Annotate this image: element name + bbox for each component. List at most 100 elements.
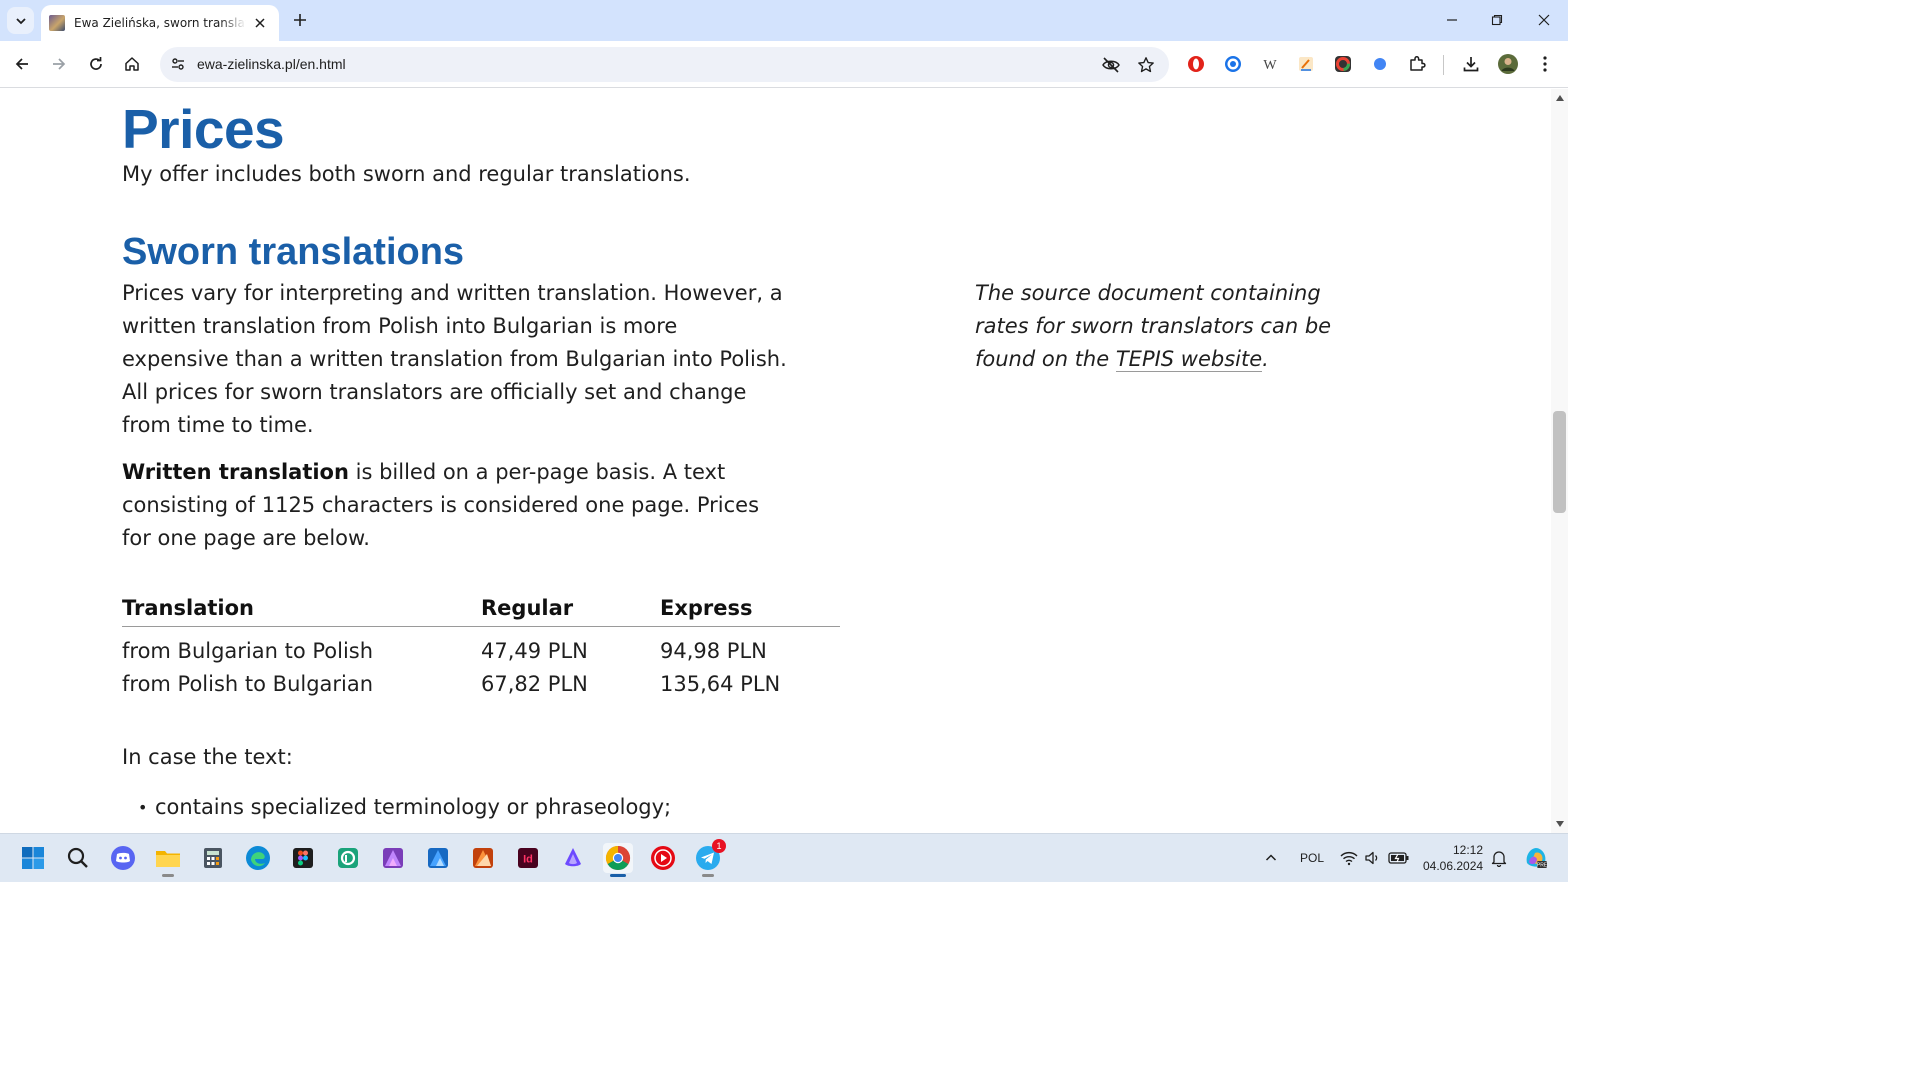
vertical-scrollbar[interactable] (1551, 89, 1568, 833)
tab-title: Ewa Zielińska, sworn translator of Bulga… (74, 16, 246, 30)
taskbar-calculator[interactable] (198, 843, 228, 873)
reload-button[interactable] (83, 51, 109, 77)
tune-icon (172, 58, 184, 70)
wifi-button[interactable] (1337, 843, 1361, 873)
close-window-button[interactable] (1529, 6, 1559, 34)
new-tab-button[interactable] (289, 9, 311, 31)
avatar-icon (1498, 54, 1518, 74)
arrow-right-icon (53, 58, 66, 70)
notifications-button[interactable] (1488, 843, 1510, 873)
page-viewport: Prices My offer includes both sworn and … (0, 89, 1551, 833)
restore-button[interactable] (1482, 6, 1512, 34)
tepis-note-end: . (1262, 347, 1269, 371)
browser-menu-button[interactable] (1534, 53, 1556, 75)
opera-icon (1188, 56, 1204, 72)
taskbar-file-explorer[interactable] (153, 843, 183, 877)
taskbar-telegram[interactable]: 1 (693, 839, 726, 877)
taskbar-affinity-photo[interactable] (468, 843, 498, 873)
price-table: Translation Regular Express from Bulgari… (122, 593, 840, 700)
taskbar-pycharm[interactable] (333, 843, 363, 873)
plus-icon (294, 14, 306, 26)
table-header-row: Translation Regular Express (122, 593, 840, 627)
minimize-button[interactable] (1437, 6, 1467, 34)
chevron-up-icon (1265, 854, 1277, 861)
extension-opera-button[interactable] (1185, 53, 1207, 75)
chrome-icon (605, 846, 631, 871)
list-item: contains specialized terminology or phra… (138, 791, 938, 824)
home-button[interactable] (119, 51, 145, 77)
toolbar-separator (1443, 55, 1444, 75)
scroll-thumb[interactable] (1553, 411, 1566, 513)
url-text: ewa-zielinska.pl/en.html (197, 56, 346, 72)
extension-target-button[interactable] (1222, 53, 1244, 75)
battery-button[interactable] (1386, 843, 1412, 873)
search-icon (67, 847, 88, 868)
speaker-icon (1365, 851, 1378, 865)
taskbar-discord[interactable] (108, 843, 138, 873)
blue-dot-icon (1374, 58, 1386, 70)
tepis-website-link[interactable]: TEPIS website (1115, 347, 1263, 372)
start-button[interactable] (18, 843, 48, 873)
browser-tab[interactable]: Ewa Zielińska, sworn translator of Bulga… (41, 5, 279, 41)
table-cell: 94,98 PLN (660, 638, 767, 663)
folder-icon (156, 851, 180, 867)
wikipedia-icon: W (1263, 58, 1277, 73)
profile-avatar-button[interactable] (1497, 53, 1519, 75)
scroll-down-button[interactable] (1551, 817, 1568, 831)
bell-snooze-icon (1491, 851, 1507, 867)
scroll-up-button[interactable] (1551, 91, 1568, 105)
volume-button[interactable] (1361, 843, 1385, 873)
taskbar-edge[interactable] (243, 843, 273, 873)
downloads-button[interactable] (1460, 53, 1482, 75)
tab-close-button[interactable] (251, 14, 269, 32)
pricing-paragraph: Prices vary for interpreting and written… (122, 281, 787, 437)
taskbar-affinity-publisher[interactable] (378, 843, 408, 873)
back-button[interactable] (9, 51, 35, 77)
calculator-icon (204, 848, 222, 868)
chevron-down-icon (15, 17, 26, 24)
copilot-button[interactable]: PRE (1521, 843, 1551, 873)
page-title: Prices (122, 98, 285, 160)
address-bar[interactable]: ewa-zielinska.pl/en.html (160, 47, 1169, 82)
target-icon (1225, 56, 1241, 72)
table-row: from Bulgarian to Polish 47,49 PLN 94,98… (122, 626, 840, 667)
extensions-button[interactable] (1406, 53, 1428, 75)
table-cell: 135,64 PLN (660, 671, 781, 696)
running-indicator (162, 874, 174, 877)
taskbar-indesign[interactable]: Id (513, 843, 543, 873)
taskbar-proton[interactable] (558, 843, 588, 873)
taskbar-affinity-designer[interactable] (423, 843, 453, 873)
star-icon (1138, 57, 1154, 73)
eye-off-button[interactable] (1100, 54, 1122, 76)
triangle-up-icon (1555, 95, 1564, 101)
clock-time[interactable]: 12:12 (1453, 843, 1483, 857)
column-header-express: Express (660, 593, 840, 627)
input-language-indicator[interactable]: POL (1300, 851, 1324, 865)
taskbar-chrome[interactable] (603, 843, 633, 877)
extension-blue-dot-button[interactable] (1369, 53, 1391, 75)
affinity-photo-icon (473, 848, 493, 868)
taskbar-media-player[interactable] (648, 843, 678, 873)
extension-color-button[interactable] (1332, 53, 1354, 75)
play-circle-icon (651, 846, 675, 870)
table-cell: from Bulgarian to Polish (122, 638, 374, 663)
tepis-note: The source document containing rates for… (975, 277, 1345, 376)
running-indicator (610, 874, 626, 877)
tab-search-button[interactable] (7, 7, 34, 34)
show-hidden-icons-button[interactable] (1258, 843, 1284, 873)
extension-pen-button[interactable] (1295, 53, 1317, 75)
site-info-button[interactable] (167, 53, 189, 75)
extension-wikipedia-button[interactable]: W (1259, 53, 1281, 75)
search-button[interactable] (63, 843, 93, 873)
svg-text:W: W (1263, 58, 1277, 73)
bookmark-button[interactable] (1135, 54, 1157, 76)
download-icon (1463, 57, 1479, 72)
color-picker-icon (1335, 56, 1351, 72)
forward-button[interactable] (46, 51, 72, 77)
table-row: from Polish to Bulgarian 67,82 PLN 135,6… (122, 667, 840, 700)
figma-icon (293, 848, 313, 868)
sworn-translations-heading: Sworn translations (122, 231, 465, 273)
taskbar-figma[interactable] (288, 843, 318, 873)
column-header-translation: Translation (122, 593, 481, 627)
clock-date[interactable]: 04.06.2024 (1423, 859, 1483, 873)
